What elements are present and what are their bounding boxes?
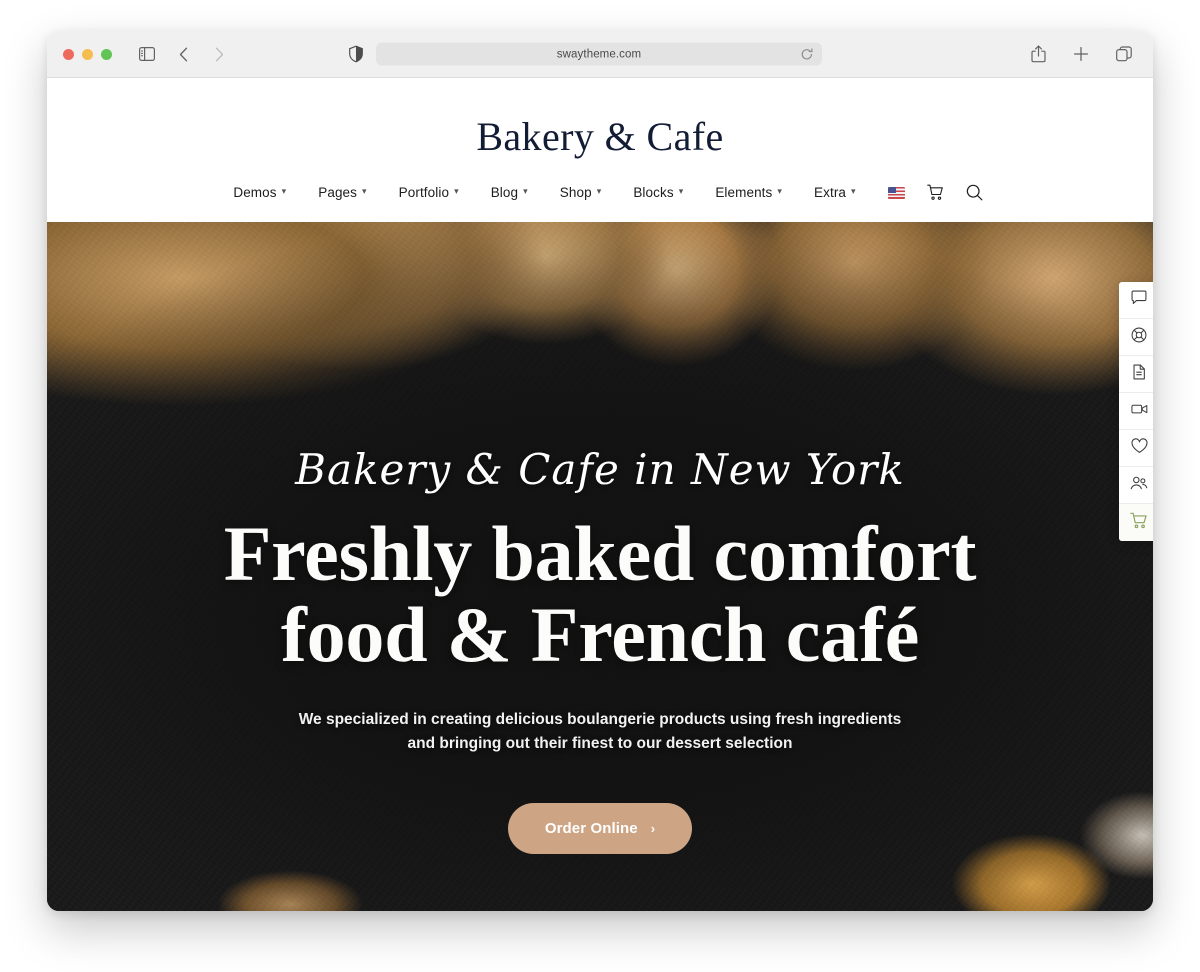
sidebar-toggle-icon[interactable] <box>136 43 158 65</box>
browser-window: swaytheme.com Bakery & Cafe Demos ▾ Page… <box>47 31 1153 911</box>
forward-arrow-icon[interactable] <box>208 43 230 65</box>
privacy-shield-icon[interactable] <box>349 45 363 63</box>
close-window-button[interactable] <box>63 48 74 60</box>
chevron-down-icon: ▾ <box>523 186 528 196</box>
nav-label: Blocks <box>633 185 674 200</box>
order-online-label: Order Online <box>544 820 638 838</box>
hero-subtitle: We specialized in creating delicious bou… <box>47 708 1153 756</box>
side-toolbar-favorites[interactable] <box>1119 430 1153 467</box>
side-toolbar-community[interactable] <box>1119 467 1153 504</box>
heart-icon <box>1131 437 1148 459</box>
minimize-window-button[interactable] <box>82 48 93 60</box>
chevron-down-icon: ▾ <box>454 186 459 196</box>
nav-item-shop[interactable]: Shop ▾ <box>544 185 618 200</box>
nav-item-extra[interactable]: Extra ▾ <box>798 185 872 200</box>
chat-icon <box>1131 290 1147 311</box>
chevron-right-icon: › <box>650 821 656 837</box>
users-icon <box>1130 475 1148 496</box>
maximize-window-button[interactable] <box>101 48 112 60</box>
chevron-down-icon: ▾ <box>678 186 684 196</box>
cart-icon <box>1130 512 1148 534</box>
document-icon <box>1131 364 1147 385</box>
side-toolbar <box>1119 282 1153 541</box>
hero-title-line-2: food & French café <box>280 591 920 679</box>
cart-icon[interactable] <box>926 184 944 201</box>
side-toolbar-purchase[interactable] <box>1119 504 1153 541</box>
lifebuoy-icon <box>1131 327 1147 348</box>
chevron-down-icon: ▾ <box>362 186 367 196</box>
nav-label: Elements <box>715 185 773 200</box>
nav-label: Portfolio <box>398 185 450 200</box>
hero-section: Bakery & Cafe in New York Freshly baked … <box>47 222 1153 911</box>
us-flag-icon[interactable] <box>887 186 905 199</box>
hero-subtitle-line-2: and bringing out their finest to our des… <box>407 735 793 753</box>
nav-label: Extra <box>814 185 847 200</box>
chevron-down-icon: ▾ <box>596 186 602 196</box>
video-icon <box>1130 401 1148 422</box>
side-toolbar-video[interactable] <box>1119 393 1153 430</box>
chevron-down-icon: ▾ <box>851 186 856 196</box>
nav-label: Shop <box>559 185 592 200</box>
tab-overview-icon[interactable] <box>1113 43 1135 65</box>
main-navigation: Demos ▾ Pages ▾ Portfolio ▾ Blog ▾ Shop <box>47 184 1153 201</box>
back-arrow-icon[interactable] <box>172 43 194 65</box>
chevron-down-icon: ▾ <box>777 186 783 196</box>
hero-content: Bakery & Cafe in New York Freshly baked … <box>47 222 1153 855</box>
search-icon[interactable] <box>966 184 983 201</box>
order-online-button[interactable]: Order Online › <box>507 803 693 855</box>
hero-script-text: Bakery & Cafe in New York <box>295 445 905 494</box>
nav-item-portfolio[interactable]: Portfolio ▾ <box>383 185 475 200</box>
nav-label: Pages <box>318 185 358 200</box>
site-logo[interactable]: Bakery & Cafe <box>47 78 1153 157</box>
address-bar[interactable]: swaytheme.com <box>376 42 822 66</box>
side-toolbar-chat[interactable] <box>1119 282 1153 319</box>
nav-item-pages[interactable]: Pages ▾ <box>302 185 382 200</box>
screenshot-root: swaytheme.com Bakery & Cafe Demos ▾ Page… <box>0 0 1200 972</box>
nav-item-elements[interactable]: Elements ▾ <box>699 185 798 200</box>
nav-label: Blog <box>490 185 519 200</box>
nav-item-demos[interactable]: Demos ▾ <box>217 185 302 200</box>
browser-titlebar: swaytheme.com <box>47 31 1153 78</box>
reload-icon[interactable] <box>801 47 813 61</box>
browser-actions <box>1027 43 1135 65</box>
browser-nav-controls <box>136 43 230 65</box>
url-text: swaytheme.com <box>556 48 642 60</box>
chevron-down-icon: ▾ <box>281 186 287 196</box>
header-utilities <box>887 184 983 201</box>
new-tab-icon[interactable] <box>1070 43 1092 65</box>
share-icon[interactable] <box>1027 43 1049 65</box>
hero-title: Freshly baked comfort food & French café <box>47 513 1153 675</box>
window-controls <box>63 48 112 60</box>
nav-item-blog[interactable]: Blog ▾ <box>475 185 544 200</box>
side-toolbar-documentation[interactable] <box>1119 356 1153 393</box>
nav-item-blocks[interactable]: Blocks ▾ <box>617 185 699 200</box>
site-header: Bakery & Cafe Demos ▾ Pages ▾ Portfolio … <box>47 78 1153 222</box>
hero-subtitle-line-1: We specialized in creating delicious bou… <box>298 711 902 729</box>
side-toolbar-support[interactable] <box>1119 319 1153 356</box>
nav-label: Demos <box>233 185 277 200</box>
hero-title-line-1: Freshly baked comfort <box>223 510 977 597</box>
